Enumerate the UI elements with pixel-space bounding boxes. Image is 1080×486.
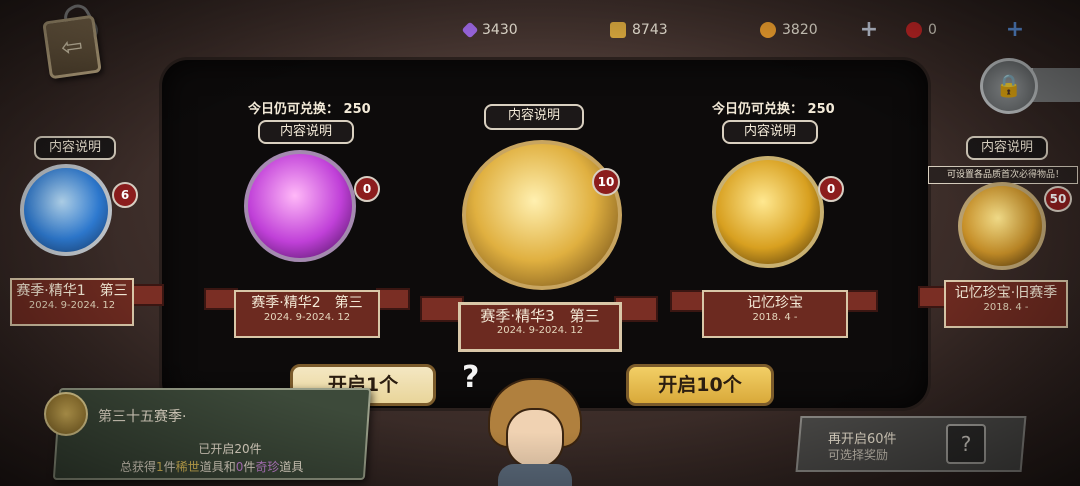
character-body <box>498 464 572 486</box>
ribbon-decoration <box>844 290 878 312</box>
count-badge: 0 <box>818 176 844 202</box>
memory-orb[interactable] <box>958 182 1046 270</box>
card-date: 2024. 9-2024. 12 <box>496 325 584 336</box>
card-name: 赛季·精华1 第三 <box>16 283 128 299</box>
season-summary: 总获得1件稀世道具和0件奇珍道具 <box>120 458 303 475</box>
currency-value: 3430 <box>482 22 518 38</box>
red-token-icon <box>906 22 922 38</box>
info-button[interactable]: 内容说明 <box>484 104 584 130</box>
daily-remain-text: 今日仍可兑换： 250 <box>712 102 835 117</box>
rare-label: 稀世 <box>175 460 200 474</box>
card-date: 2024. 9-2024. 12 <box>28 300 116 311</box>
currency-puzzle: 8743 <box>610 22 668 38</box>
currency-purple-crystal: 3430 <box>461 21 518 39</box>
summary-text: 件 <box>243 460 256 474</box>
card-name: 赛季·精华2 第三 <box>251 295 363 311</box>
summary-text: 道具 <box>279 460 304 474</box>
lock-button[interactable]: 🔒 <box>980 58 1038 114</box>
exit-door-icon: ⇦ <box>59 30 85 64</box>
card-date: 2018. 4 - <box>752 312 798 323</box>
summary-text: 总获得 <box>120 460 157 474</box>
add-coin-button[interactable]: + <box>858 19 880 42</box>
memory-orb[interactable] <box>712 156 824 268</box>
season-opened-count: 已开启20件 <box>198 442 262 456</box>
essence-orb[interactable] <box>20 164 112 256</box>
count-badge: 10 <box>592 168 620 196</box>
season-emblem-icon <box>44 392 88 436</box>
crystal-icon <box>461 21 479 39</box>
info-button[interactable]: 内容说明 <box>34 136 116 160</box>
info-button[interactable]: 内容说明 <box>722 120 818 144</box>
open-ten-button[interactable]: 开启10个 <box>626 364 774 406</box>
currency-value: 8743 <box>632 22 668 38</box>
card-nameplate: 赛季·精华1 第三 2024. 9-2024. 12 <box>10 278 134 326</box>
currency-gold-coin: 3820 <box>760 22 818 38</box>
reward-subtitle: 可选择奖励 <box>828 448 889 462</box>
exit-button[interactable]: ⇦ <box>42 14 102 80</box>
rare-count: 1 <box>156 460 164 474</box>
card-nameplate: 赛季·精华3 第三 2024. 9-2024. 12 <box>458 302 622 352</box>
ribbon-decoration <box>670 290 704 312</box>
mystery-box-icon[interactable]: ? <box>946 424 986 464</box>
count-badge: 50 <box>1044 186 1072 212</box>
character-face <box>506 408 564 468</box>
card-name: 记忆珍宝·旧赛季 <box>954 285 1058 301</box>
ribbon-decoration <box>132 284 164 306</box>
daily-remain-text: 今日仍可兑换： 250 <box>248 102 371 117</box>
season-title: 第三十五赛季· <box>98 409 187 425</box>
character-portrait <box>488 378 582 486</box>
card-name: 赛季·精华3 第三 <box>480 307 600 325</box>
add-red-token-button[interactable]: + <box>1004 19 1026 42</box>
question-mark-icon: ? <box>462 360 480 395</box>
card-date: 2024. 9-2024. 12 <box>263 312 351 323</box>
card-nameplate: 记忆珍宝 2018. 4 - <box>702 290 848 338</box>
reward-title: 再开启60件 <box>828 432 897 447</box>
card-date: 2018. 4 - <box>983 302 1029 313</box>
summary-text: 件 <box>163 460 176 474</box>
count-badge: 6 <box>112 182 138 208</box>
puzzle-icon <box>610 22 626 38</box>
card-nameplate: 记忆珍宝·旧赛季 2018. 4 - <box>944 280 1068 328</box>
lock-icon: 🔒 <box>995 73 1023 99</box>
coin-icon <box>760 22 776 38</box>
summary-text: 道具和 <box>199 460 236 474</box>
currency-red-token: 0 <box>906 22 937 38</box>
ribbon-decoration <box>376 288 410 310</box>
card-name: 记忆珍宝 <box>747 295 803 311</box>
essence-orb[interactable] <box>462 140 622 290</box>
info-button[interactable]: 内容说明 <box>258 120 354 144</box>
currency-value: 0 <box>928 22 937 38</box>
count-badge: 0 <box>354 176 380 202</box>
ribbon-decoration <box>204 288 238 310</box>
treasure-label: 奇珍 <box>255 460 280 474</box>
currency-value: 3820 <box>782 22 818 38</box>
essence-orb[interactable] <box>244 150 356 262</box>
card-nameplate: 赛季·精华2 第三 2024. 9-2024. 12 <box>234 290 380 338</box>
info-button[interactable]: 内容说明 <box>966 136 1048 160</box>
